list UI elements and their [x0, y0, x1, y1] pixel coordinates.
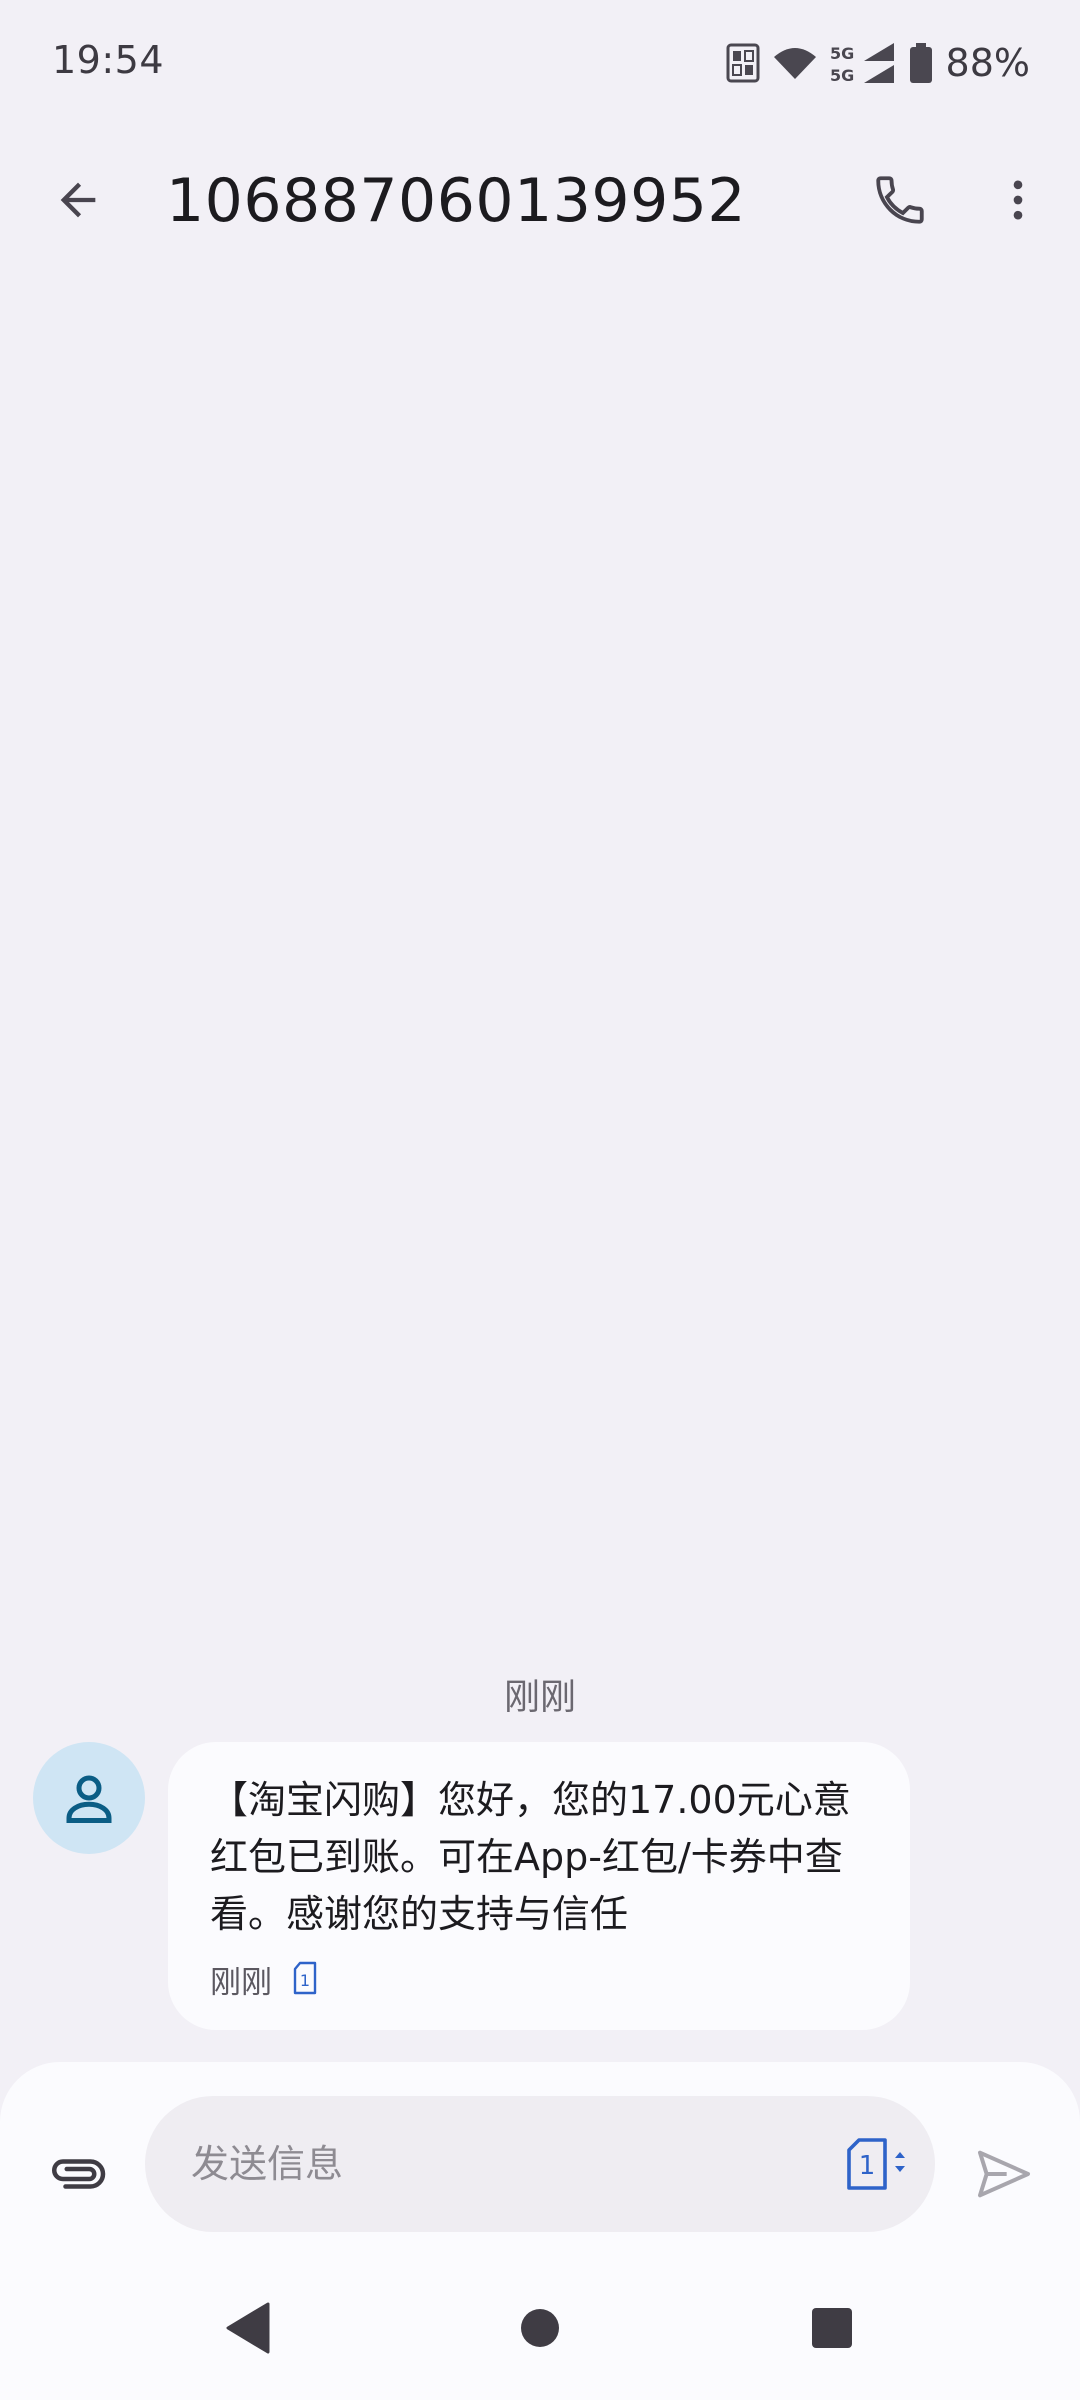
sim-select-icon: 1: [847, 2138, 905, 2190]
send-icon: [978, 2150, 1030, 2198]
nav-home-icon: [521, 2309, 559, 2347]
dual-sim-icon: [726, 43, 760, 83]
avatar[interactable]: [33, 1742, 145, 1854]
more-vert-icon: [1013, 180, 1023, 220]
message-text: 【淘宝闪购】您好，您的17.00元心意红包已到账。可在App-红包/卡券中查看。…: [210, 1778, 851, 1936]
attach-button[interactable]: [36, 2132, 120, 2216]
nav-back-icon: [226, 2302, 270, 2354]
compose-field: 1: [145, 2096, 935, 2232]
person-icon: [66, 1775, 112, 1823]
conversation-title: 106887060139952: [166, 166, 747, 236]
battery-icon: [909, 43, 932, 83]
compose-sim-label: 1: [859, 2151, 876, 2181]
sim-card-icon: 1: [292, 1961, 318, 1999]
network-label-top: 5G: [830, 44, 854, 63]
phone-icon: [876, 176, 924, 224]
wifi-icon: [772, 45, 818, 81]
message-time: 刚刚: [210, 1965, 272, 2001]
message-input[interactable]: [191, 2096, 801, 2232]
more-options-button[interactable]: [976, 158, 1060, 242]
nav-recents-icon: [812, 2308, 852, 2348]
nav-home-button[interactable]: [504, 2292, 576, 2364]
status-time: 19:54: [52, 38, 165, 82]
message-bubble[interactable]: 【淘宝闪购】您好，您的17.00元心意红包已到账。可在App-红包/卡券中查看。…: [168, 1742, 910, 2030]
status-icons: 5G 5G 88%: [726, 38, 1030, 88]
arrow-left-icon: [60, 182, 96, 218]
paperclip-icon: [52, 2159, 106, 2189]
status-bar: 19:54 5G 5G 88%: [0, 0, 1080, 128]
sim-selector-button[interactable]: 1: [833, 2124, 917, 2204]
nav-recents-button[interactable]: [796, 2292, 868, 2364]
nav-back-button[interactable]: [212, 2292, 284, 2364]
timestamp-divider: 刚刚: [503, 1677, 576, 1718]
message-sim-label: 1: [300, 1971, 310, 1990]
battery-percentage: 88%: [945, 41, 1030, 85]
call-button[interactable]: [858, 158, 942, 242]
signal-5g-icon: 5G 5G: [830, 41, 898, 85]
send-button[interactable]: [962, 2132, 1046, 2216]
back-button[interactable]: [36, 158, 120, 242]
network-label-bottom: 5G: [830, 66, 854, 85]
app-bar: 106887060139952: [0, 128, 1080, 268]
message-meta: 刚刚 1: [210, 1957, 874, 2002]
